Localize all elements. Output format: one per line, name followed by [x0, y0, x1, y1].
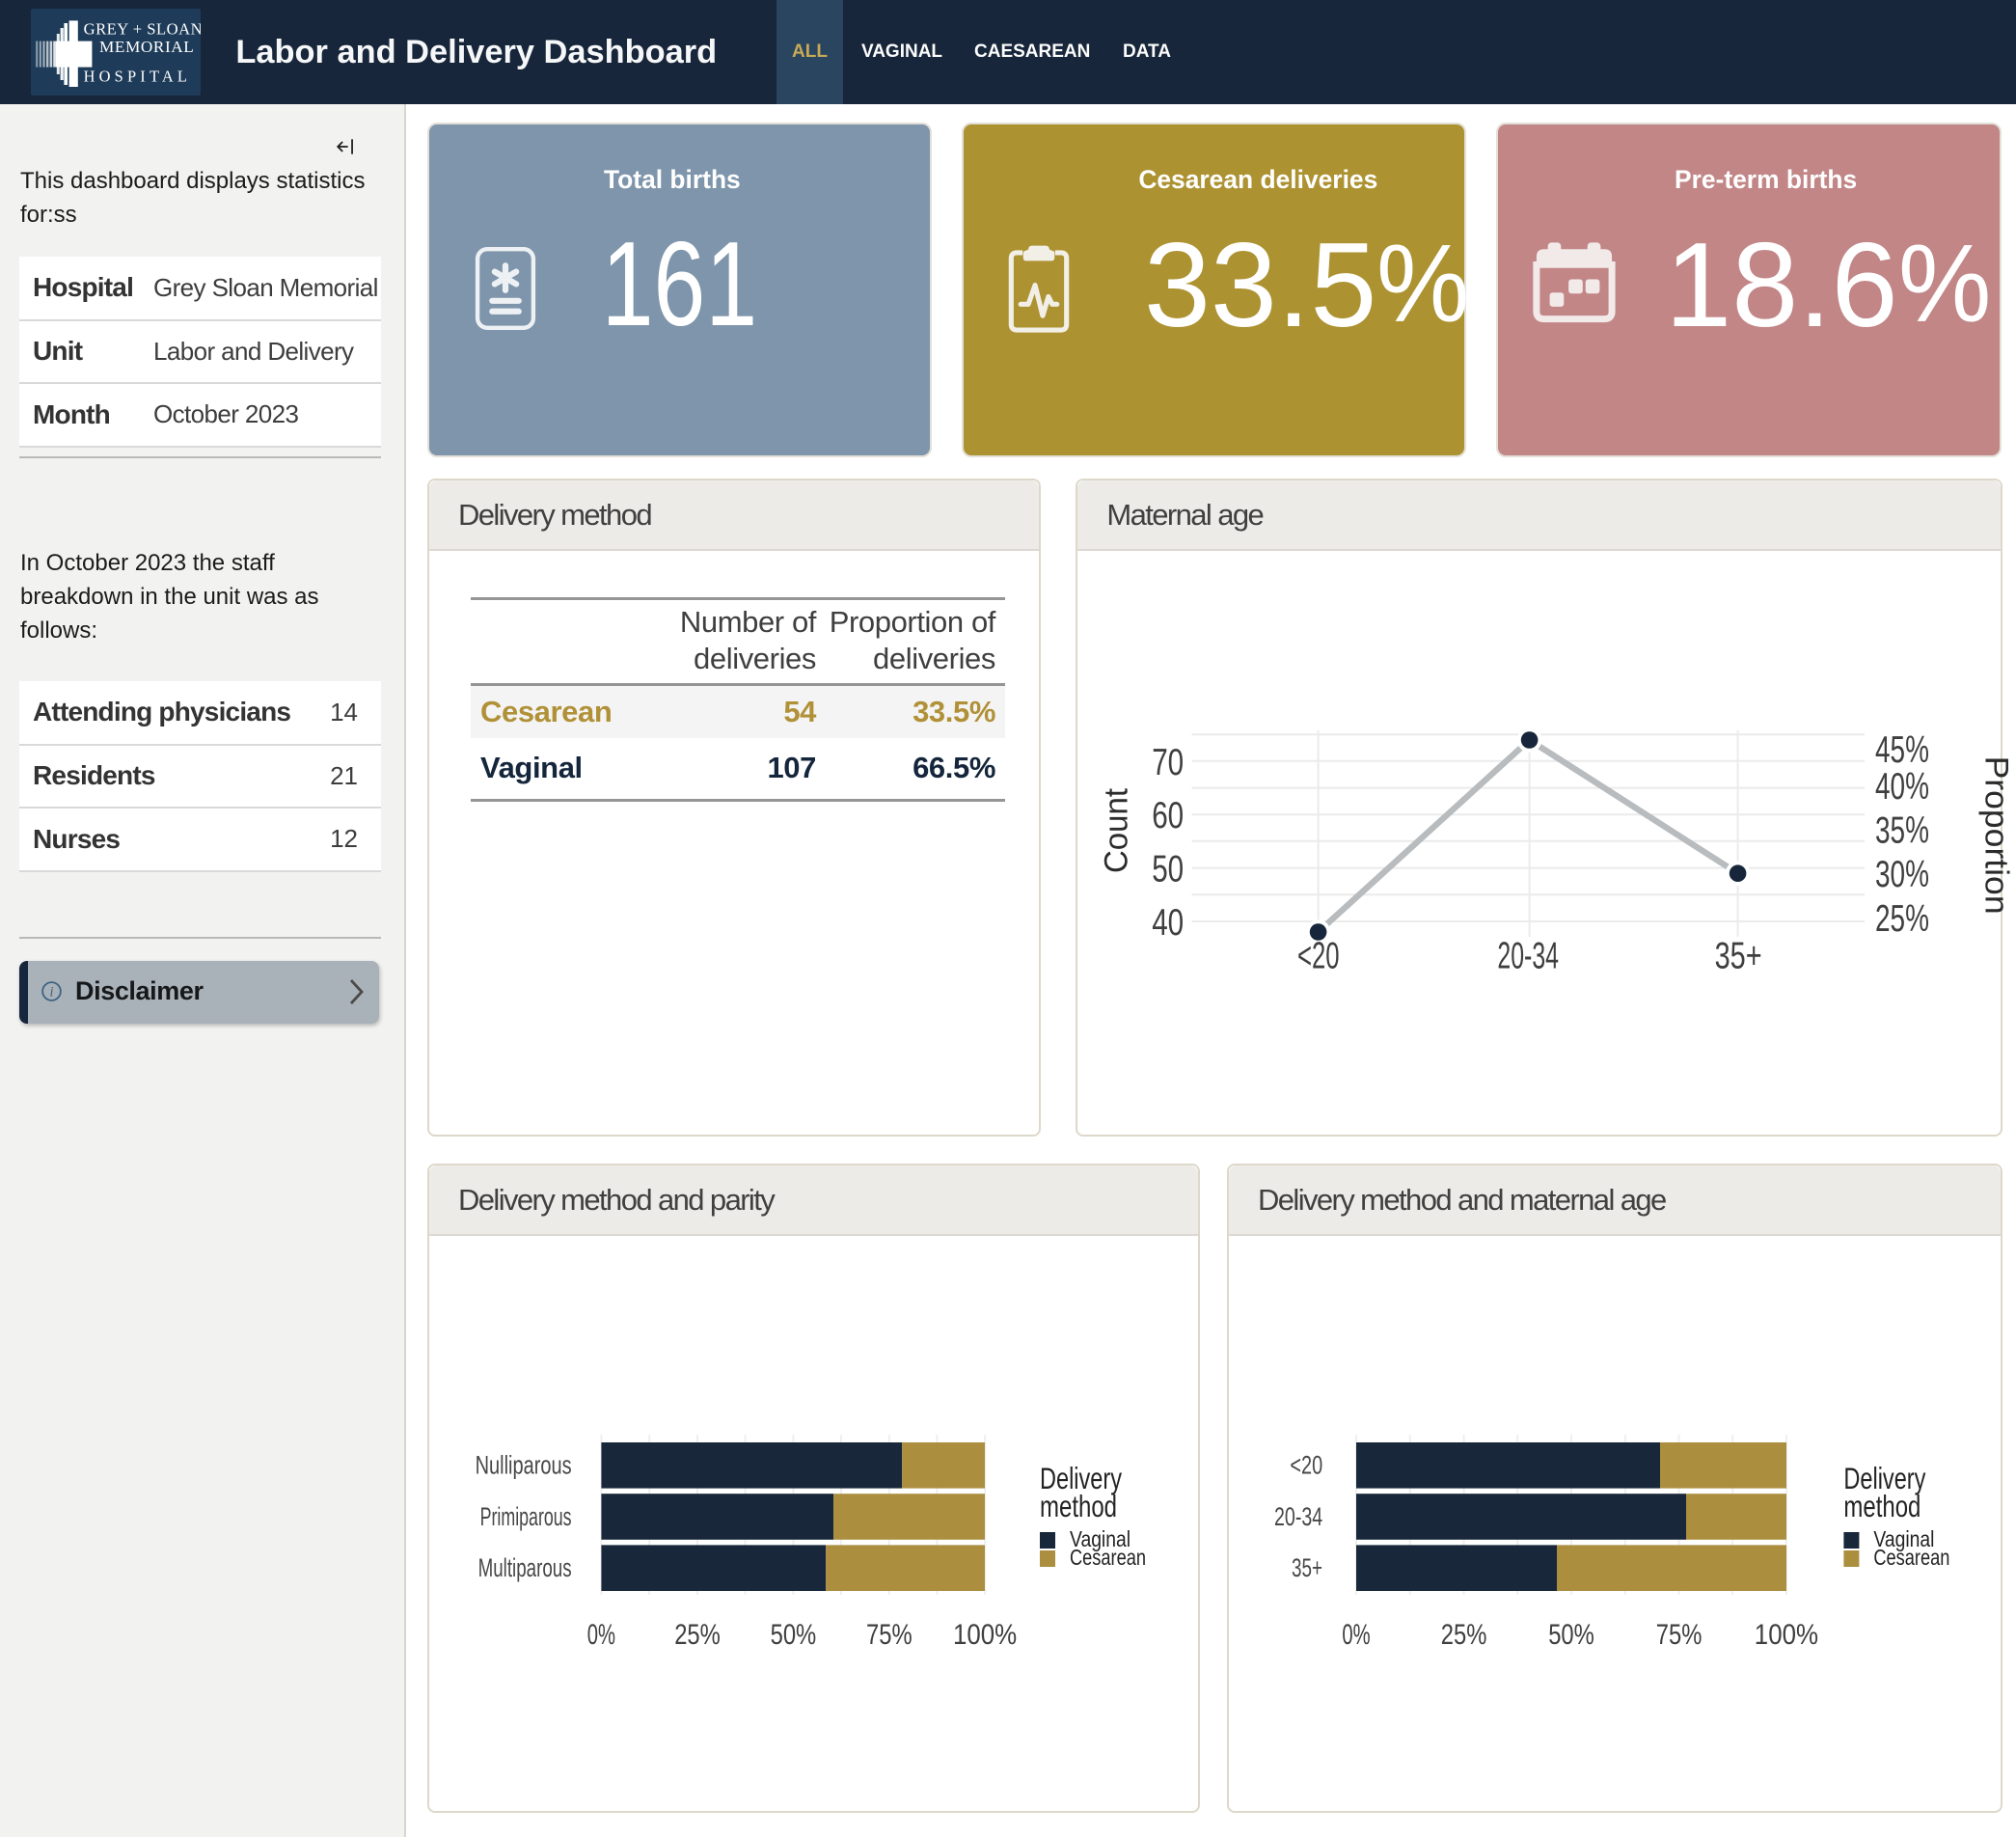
svg-text:Cesarean: Cesarean [1873, 1545, 1949, 1570]
svg-text:Nulliparous: Nulliparous [476, 1451, 572, 1480]
svg-text:<20: <20 [1290, 1451, 1322, 1480]
svg-text:100%: 100% [953, 1620, 1017, 1651]
svg-text:75%: 75% [866, 1620, 913, 1651]
svg-text:35+: 35+ [1715, 936, 1762, 977]
svg-text:20-34: 20-34 [1274, 1502, 1322, 1531]
svg-text:0%: 0% [1342, 1620, 1370, 1651]
svg-text:30%: 30% [1875, 854, 1929, 895]
svg-text:GREY + SLOAN: GREY + SLOAN [84, 19, 201, 38]
svg-text:0%: 0% [587, 1620, 615, 1651]
svg-text:20-34: 20-34 [1498, 936, 1560, 977]
svg-text:40%: 40% [1875, 766, 1929, 808]
svg-text:Cesarean: Cesarean [1070, 1545, 1146, 1570]
svg-text:i: i [49, 985, 53, 1001]
svg-text:100%: 100% [1755, 1620, 1818, 1651]
svg-text:50: 50 [1153, 849, 1185, 891]
svg-text:Count: Count [1099, 787, 1135, 873]
svg-text:50%: 50% [1548, 1620, 1594, 1651]
svg-text:75%: 75% [1656, 1620, 1703, 1651]
svg-text:HOSPITAL: HOSPITAL [84, 68, 192, 86]
svg-text:method: method [1843, 1490, 1921, 1523]
svg-text:60: 60 [1153, 795, 1185, 836]
svg-text:Multiparous: Multiparous [478, 1553, 572, 1582]
svg-text:35%: 35% [1875, 810, 1929, 852]
svg-text:MEMORIAL: MEMORIAL [99, 38, 194, 56]
svg-text:25%: 25% [1441, 1620, 1487, 1651]
svg-text:70: 70 [1153, 742, 1185, 783]
svg-text:method: method [1040, 1490, 1117, 1523]
svg-text:Primiparous: Primiparous [480, 1502, 572, 1531]
svg-text:25%: 25% [674, 1620, 721, 1651]
svg-text:40: 40 [1153, 902, 1185, 944]
svg-text:50%: 50% [771, 1620, 817, 1651]
svg-text:<20: <20 [1297, 936, 1340, 977]
svg-text:45%: 45% [1875, 729, 1929, 771]
svg-text:25%: 25% [1875, 898, 1929, 940]
svg-text:35+: 35+ [1292, 1553, 1322, 1582]
svg-text:Proportion: Proportion [1978, 756, 2015, 915]
